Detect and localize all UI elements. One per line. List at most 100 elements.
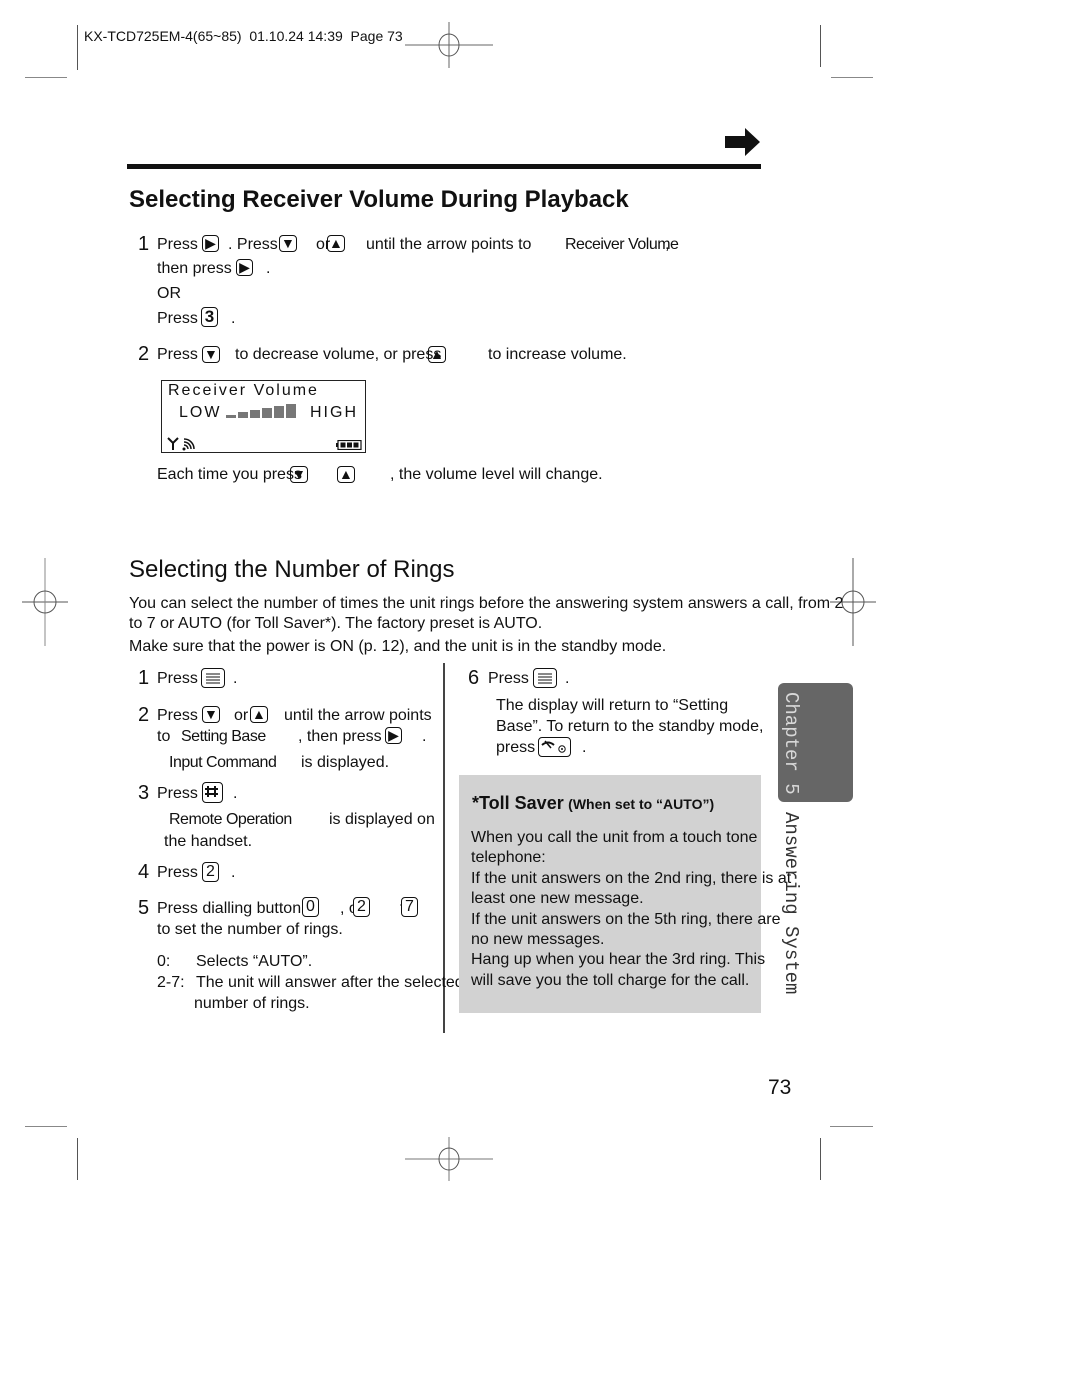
crop-mark <box>820 25 821 67</box>
registration-mark-icon <box>22 558 68 646</box>
step-text: until the arrow points <box>284 707 432 724</box>
step-number: 4 <box>138 861 150 883</box>
toll-saver-title: *Toll Saver (When set to “AUTO”) <box>472 793 714 814</box>
step-number: 5 <box>138 897 150 919</box>
option-key: 0: <box>157 953 171 970</box>
step-text: , <box>665 236 670 253</box>
lcd-title: Receiver Volume <box>168 382 319 399</box>
step-text: Press <box>157 236 198 253</box>
intro-text: to 7 or AUTO (for Toll Saver*). The fact… <box>129 615 543 632</box>
down-key-icon: ▼ <box>279 235 297 252</box>
down-key-icon: ▼ <box>290 466 308 483</box>
crop-mark <box>25 77 67 78</box>
step-number: 3 <box>138 782 150 804</box>
option-text: The unit will answer after the selected <box>196 974 464 991</box>
key-7-icon: 7 <box>401 897 418 917</box>
crop-mark <box>820 1138 821 1180</box>
toll-saver-line: least one new message. <box>471 890 644 907</box>
display-label: Remote Operation <box>169 811 292 828</box>
step-text: is displayed. <box>301 754 390 771</box>
step-text: , then press <box>298 728 382 745</box>
step-text: Base”. To return to the standby mode, <box>496 718 764 735</box>
display-label: Input Command <box>169 754 277 771</box>
note-text: Each time you press <box>157 466 302 483</box>
menu-key-icon <box>201 668 225 688</box>
down-key-icon: ▼ <box>202 346 220 363</box>
up-key-icon: ▲ <box>428 346 446 363</box>
lcd-high-label: HIGH <box>310 404 358 421</box>
toll-saver-subheading: (When set to “AUTO”) <box>568 796 715 812</box>
up-key-icon: ▲ <box>327 235 345 252</box>
intro-text: Make sure that the power is ON (p. 12), … <box>129 638 667 655</box>
step-text: . Press <box>228 236 278 253</box>
step-text: . <box>565 670 570 687</box>
step-text: Press <box>157 346 198 363</box>
step-text: . <box>422 728 427 745</box>
section-title-number-of-rings: Selecting the Number of Rings <box>129 556 455 583</box>
note-text: , the volume level will change. <box>390 466 603 483</box>
up-key-icon: ▲ <box>337 466 355 483</box>
toll-saver-line: If the unit answers on the 2nd ring, the… <box>471 870 792 887</box>
volume-bars <box>226 404 296 420</box>
step-text: Press <box>157 785 198 802</box>
up-key-icon: ▲ <box>250 706 268 723</box>
step-text: Press <box>157 670 198 687</box>
lcd-low-label: LOW <box>179 404 222 421</box>
section-title-receiver-volume: Selecting Receiver Volume During Playbac… <box>129 186 629 213</box>
menu-item-label: Receiver Volume <box>565 235 679 255</box>
step-number: 2 <box>138 343 150 365</box>
right-key-icon: ▶ <box>385 727 402 744</box>
key-2-icon: 2 <box>202 862 219 882</box>
antenna-icon <box>167 437 195 451</box>
continue-arrow-icon <box>725 128 760 156</box>
toll-saver-line: no new messages. <box>471 931 605 948</box>
step-text: press <box>496 739 536 756</box>
option-text: Selects “AUTO”. <box>196 953 313 970</box>
step-text: to decrease volume, or press <box>235 346 442 363</box>
section-rule <box>127 164 761 169</box>
step-text: Press dialling button <box>157 900 302 917</box>
battery-icon <box>336 440 362 450</box>
crop-mark <box>77 25 78 70</box>
toll-saver-line: will save you the toll charge for the ca… <box>471 972 750 989</box>
step-text: then press <box>157 260 232 277</box>
step-text: . <box>233 785 238 802</box>
right-key-icon: ▶ <box>236 259 253 276</box>
intro-text: You can select the number of times the u… <box>129 595 844 612</box>
right-key-icon: ▶ <box>202 235 219 252</box>
step-number: 1 <box>138 233 150 255</box>
step-text: the handset. <box>164 833 253 850</box>
toll-saver-heading: *Toll Saver <box>472 793 564 813</box>
toll-saver-line: Hang up when you hear the 3rd ring. This <box>471 951 766 968</box>
toll-saver-box: *Toll Saver (When set to “AUTO”) When yo… <box>459 775 791 1013</box>
step-text: The display will return to “Setting <box>496 697 729 714</box>
option-key: 2-7: <box>157 974 185 991</box>
step-number: 1 <box>138 667 150 689</box>
step-text: . <box>233 670 238 687</box>
step-text: Press <box>157 310 198 327</box>
off-key-icon <box>538 737 571 757</box>
step-text: Press <box>488 670 529 687</box>
option-text: number of rings. <box>194 995 310 1012</box>
key-0-icon: 0 <box>302 897 319 917</box>
crop-mark <box>25 1126 67 1127</box>
step-text: to set the number of rings. <box>157 921 343 938</box>
step-text: or <box>234 707 249 724</box>
registration-mark-icon <box>405 22 493 68</box>
or-label: OR <box>157 285 181 302</box>
step-text: . <box>582 739 587 756</box>
page-number: 73 <box>768 1076 792 1099</box>
step-number: 2 <box>138 704 150 726</box>
toll-saver-line: telephone: <box>471 849 546 866</box>
registration-mark-icon <box>405 1137 493 1181</box>
step-text: . <box>266 260 271 277</box>
step-text: is displayed on <box>329 811 435 828</box>
step-text: Press <box>157 707 198 724</box>
crop-mark <box>830 1126 873 1127</box>
chapter-title: Answering System <box>780 812 802 995</box>
step-text: Press <box>157 864 198 881</box>
key-2-icon: 2 <box>353 897 370 917</box>
toll-saver-line: If the unit answers on the 5th ring, the… <box>471 911 781 928</box>
step-text: until the arrow points to <box>366 236 532 253</box>
chapter-label: Chapter 5 <box>780 692 802 795</box>
